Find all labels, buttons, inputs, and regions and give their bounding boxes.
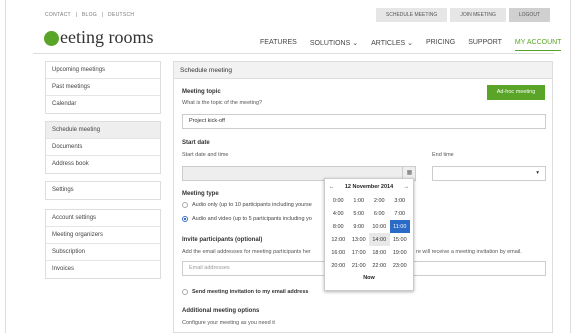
separator: |	[101, 12, 104, 18]
time-cell[interactable]: 22:00	[369, 259, 390, 272]
sidebar-item-documents[interactable]: Documents	[46, 139, 160, 156]
send-invite-option[interactable]: Send meeting invitation to my email addr…	[182, 289, 308, 295]
top-links: CONTACT | BLOG | DEUTSCH	[45, 12, 137, 18]
time-cell-hovered[interactable]: 14:00	[369, 233, 390, 246]
now-button[interactable]: Now	[325, 275, 413, 281]
time-cell[interactable]: 7:00	[390, 207, 411, 220]
type-audio-option[interactable]: Audio only (up to 10 participants includ…	[182, 202, 312, 208]
time-cell[interactable]: 18:00	[369, 246, 390, 259]
time-cell[interactable]: 12:00	[328, 233, 349, 246]
logo-text: eeting rooms	[60, 27, 154, 47]
nav-solutions[interactable]: SOLUTIONS ⌄	[310, 39, 358, 51]
time-cell[interactable]: 2:00	[369, 194, 390, 207]
checkbox-icon[interactable]	[182, 289, 188, 295]
nav-support[interactable]: SUPPORT	[468, 39, 502, 51]
header-divider	[33, 53, 554, 54]
time-cell[interactable]: 16:00	[328, 246, 349, 259]
radio-icon[interactable]	[182, 202, 188, 208]
invite-help-tail: re will receive a meeting invitation by …	[416, 249, 522, 255]
time-cell-selected[interactable]: 11:00	[389, 220, 410, 233]
time-cell[interactable]: 1:00	[349, 194, 370, 207]
time-cell[interactable]: 17:00	[349, 246, 370, 259]
schedule-meeting-button[interactable]: SCHEDULE MEETING	[375, 8, 448, 22]
nav-my-account[interactable]: MY ACCOUNT	[514, 39, 562, 51]
sidebar-item-past[interactable]: Past meetings	[46, 79, 160, 96]
time-cell[interactable]: 5:00	[349, 207, 370, 220]
join-meeting-button[interactable]: JOIN MEETING	[450, 8, 506, 22]
picker-header: ← 12 November 2014 →	[325, 179, 413, 194]
time-cell[interactable]: 23:00	[390, 259, 411, 272]
invite-label: Invite participants (optional)	[182, 237, 263, 243]
topic-input[interactable]: Project kick-off	[182, 114, 546, 129]
time-cell[interactable]: 0:00	[328, 194, 349, 207]
radio-selected-icon[interactable]	[182, 216, 188, 222]
topic-help: What is the topic of the meeting?	[182, 100, 263, 106]
invite-help: Add the email addresses for meeting part…	[182, 249, 311, 255]
nav-articles[interactable]: ARTICLES ⌄	[371, 39, 413, 51]
top-buttons: SCHEDULE MEETING JOIN MEETING LOGOUT	[375, 8, 550, 22]
sidebar-group-settings: Settings	[45, 181, 161, 200]
sidebar-item-invoices[interactable]: Invoices	[46, 261, 160, 278]
panel-title: Schedule meeting	[174, 62, 552, 79]
nav-features[interactable]: FEATURES	[260, 39, 297, 51]
sidebar-item-settings[interactable]: Settings	[46, 182, 160, 199]
prev-arrow-icon[interactable]: ←	[329, 184, 335, 190]
contact-link[interactable]: CONTACT	[45, 12, 71, 18]
type-video-label: Audio and video (up to 5 participants in…	[192, 216, 312, 222]
sidebar-group-schedule: Schedule meeting Documents Address book	[45, 121, 161, 174]
sidebar-item-subscription[interactable]: Subscription	[46, 244, 160, 261]
sidebar-item-address-book[interactable]: Address book	[46, 156, 160, 173]
adhoc-meeting-button[interactable]: Ad-hoc meeting	[487, 85, 545, 100]
time-grid: 0:00 1:00 2:00 3:00 4:00 5:00 6:00 7:00 …	[328, 194, 410, 272]
next-arrow-icon[interactable]: →	[404, 184, 410, 190]
time-cell[interactable]: 4:00	[328, 207, 349, 220]
blog-link[interactable]: BLOG	[82, 12, 97, 18]
meeting-type-label: Meeting type	[182, 191, 219, 197]
start-date-label: Start date	[182, 140, 210, 146]
time-cell[interactable]: 8:00	[328, 220, 349, 233]
time-picker-popup: ← 12 November 2014 → 0:00 1:00 2:00 3:00…	[324, 178, 414, 291]
logo[interactable]: eeting rooms	[44, 27, 153, 48]
topic-label: Meeting topic	[182, 89, 221, 95]
time-cell[interactable]: 10:00	[369, 220, 390, 233]
start-date-help: Start date and time	[182, 152, 229, 158]
time-cell[interactable]: 15:00	[390, 233, 411, 246]
time-cell[interactable]: 19:00	[390, 246, 411, 259]
time-cell[interactable]: 9:00	[349, 220, 370, 233]
sidebar-item-calendar[interactable]: Calendar	[46, 96, 160, 113]
end-time-help: End time	[432, 152, 454, 158]
main-nav: FEATURES SOLUTIONS ⌄ ARTICLES ⌄ PRICING …	[260, 39, 574, 51]
chevron-down-icon: ▾	[536, 170, 539, 176]
time-cell[interactable]: 20:00	[328, 259, 349, 272]
time-cell[interactable]: 3:00	[390, 194, 411, 207]
sidebar-item-upcoming[interactable]: Upcoming meetings	[46, 62, 160, 79]
schedule-panel: Schedule meeting Ad-hoc meeting Meeting …	[173, 61, 553, 333]
sidebar-group-meetings: Upcoming meetings Past meetings Calendar	[45, 61, 161, 114]
nav-pricing[interactable]: PRICING	[426, 39, 455, 51]
picker-date: 12 November 2014	[344, 184, 394, 190]
time-cell[interactable]: 13:00	[349, 233, 370, 246]
separator: |	[75, 12, 78, 18]
end-time-select[interactable]: ▾	[432, 166, 546, 181]
logo-mark-icon	[44, 31, 59, 46]
deutsch-link[interactable]: DEUTSCH	[108, 12, 134, 18]
sidebar-item-account-settings[interactable]: Account settings	[46, 210, 160, 227]
sidebar-item-organizers[interactable]: Meeting organizers	[46, 227, 160, 244]
logout-button[interactable]: LOGOUT	[508, 8, 550, 22]
type-audio-label: Audio only (up to 10 participants includ…	[192, 202, 312, 208]
additional-options-help: Configure your meeting as you need it	[182, 320, 275, 326]
type-video-option[interactable]: Audio and video (up to 5 participants in…	[182, 216, 312, 222]
send-invite-label: Send meeting invitation to my email addr…	[192, 289, 309, 295]
sidebar-group-account: Account settings Meeting organizers Subs…	[45, 209, 161, 279]
time-cell[interactable]: 21:00	[349, 259, 370, 272]
sidebar-item-schedule[interactable]: Schedule meeting	[46, 122, 160, 139]
time-cell[interactable]: 6:00	[369, 207, 390, 220]
additional-options-label: Additional meeting options	[182, 308, 260, 314]
